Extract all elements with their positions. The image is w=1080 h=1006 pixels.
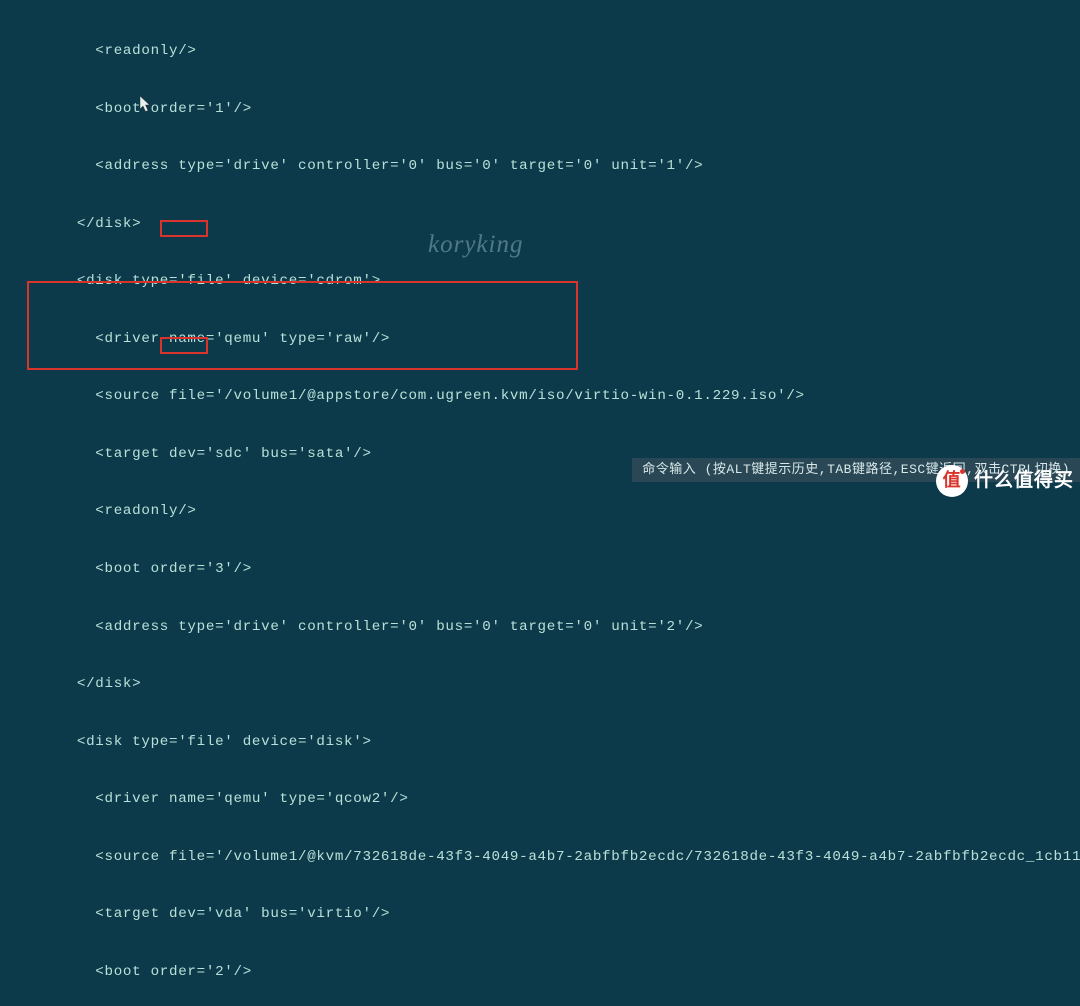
code-line: <readonly/> <box>40 42 1080 61</box>
code-line: <boot order='1'/> <box>40 100 1080 119</box>
code-line: <driver name='qemu' type='qcow2'/> <box>40 790 1080 809</box>
code-line: <readonly/> <box>40 502 1080 521</box>
terminal-output[interactable]: <readonly/> <boot order='1'/> <address t… <box>0 0 1080 1006</box>
code-line: <source file='/volume1/@appstore/com.ugr… <box>40 387 1080 406</box>
code-line: <boot order='2'/> <box>40 963 1080 982</box>
code-line: <address type='drive' controller='0' bus… <box>40 618 1080 637</box>
code-line: <driver name='qemu' type='raw'/> <box>40 330 1080 349</box>
code-line: <boot order='3'/> <box>40 560 1080 579</box>
smzdm-brand-text: 什么值得买 <box>974 468 1074 494</box>
code-line: <disk type='file' device='disk'> <box>40 733 1080 752</box>
code-line: <disk type='file' device='cdrom'> <box>40 272 1080 291</box>
smzdm-brand: 值 什么值得买 <box>930 458 1080 503</box>
code-line: <address type='drive' controller='0' bus… <box>40 157 1080 176</box>
code-line: </disk> <box>40 675 1080 694</box>
code-line: </disk> <box>40 215 1080 234</box>
smzdm-logo-icon: 值 <box>936 465 968 497</box>
code-line: <source file='/volume1/@kvm/732618de-43f… <box>40 848 1080 867</box>
code-line: <target dev='vda' bus='virtio'/> <box>40 905 1080 924</box>
